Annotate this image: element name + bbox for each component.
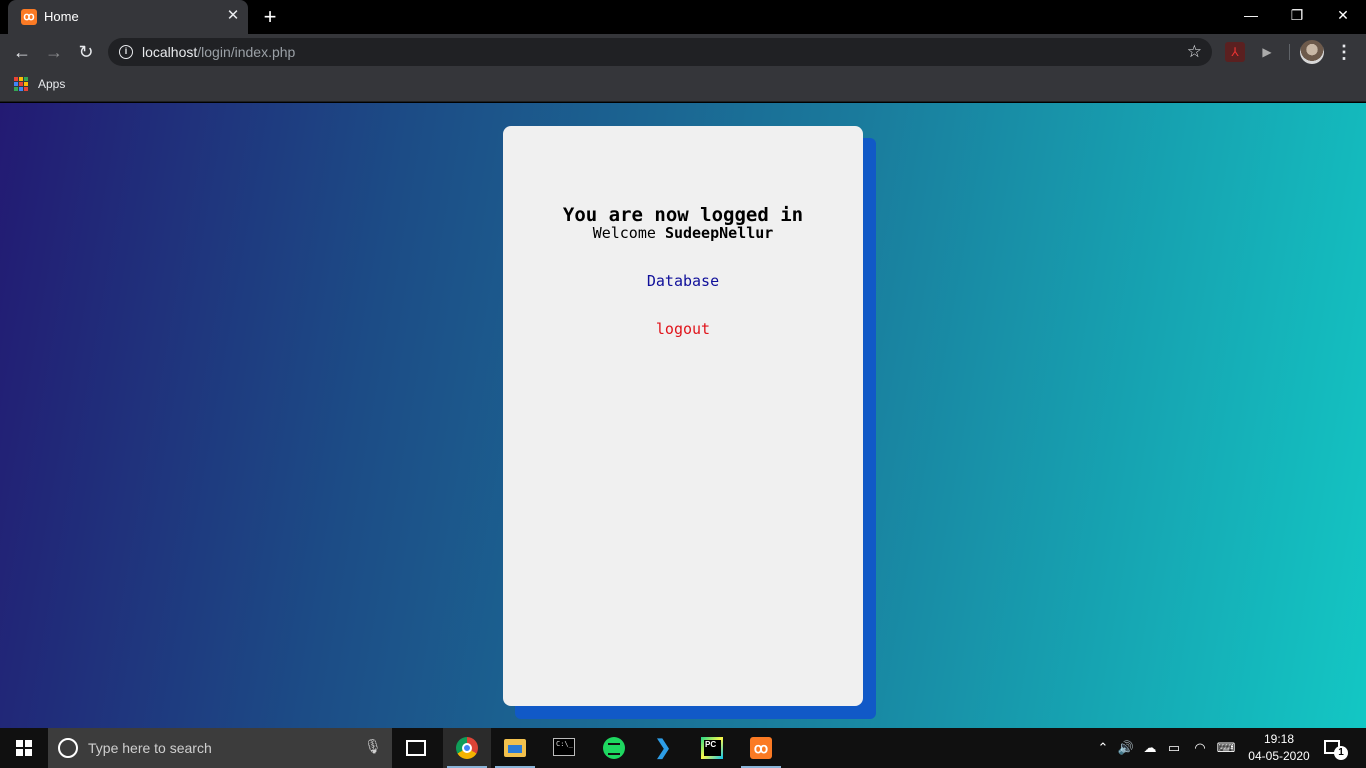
- spotify-icon: [603, 737, 625, 759]
- microphone-icon[interactable]: 🎙: [364, 738, 382, 755]
- bookmark-star-icon[interactable]: ☆: [1187, 42, 1202, 62]
- profile-avatar[interactable]: [1300, 40, 1324, 64]
- close-window-button[interactable]: ✕: [1320, 0, 1366, 30]
- taskbar-chrome[interactable]: [443, 728, 491, 768]
- tab-strip: ꝏ Home ✕ + — ❐ ✕: [0, 0, 1366, 34]
- file-explorer-icon: [504, 739, 526, 757]
- taskbar-vscode[interactable]: ❯: [639, 728, 687, 768]
- taskbar-pycharm[interactable]: [688, 728, 736, 768]
- address-bar[interactable]: i localhost/login/index.php ☆: [108, 38, 1212, 66]
- notification-badge: 1: [1334, 746, 1348, 760]
- toolbar-separator: [1289, 44, 1290, 60]
- task-view-icon[interactable]: [406, 740, 426, 756]
- taskbar-xampp[interactable]: ꝏ: [737, 728, 785, 768]
- windows-taskbar: Type here to search 🎙 C:\_ ❯ ꝏ ⌃ 🔊 ☁ ▭ ◠…: [0, 728, 1366, 768]
- action-center-icon[interactable]: 1: [1322, 738, 1348, 760]
- welcome-message: Welcome SudeepNellur: [503, 224, 863, 242]
- keyboard-icon[interactable]: ⌨: [1214, 728, 1238, 768]
- url-text[interactable]: localhost/login/index.php: [142, 44, 295, 60]
- forward-button[interactable]: →: [41, 39, 67, 65]
- reload-button[interactable]: ↻: [73, 39, 99, 65]
- vscode-icon: ❯: [654, 737, 672, 759]
- minimize-button[interactable]: —: [1228, 0, 1274, 30]
- clock-date: 04-05-2020: [1248, 749, 1310, 763]
- search-placeholder: Type here to search: [88, 740, 212, 756]
- windows-logo-icon: [16, 740, 32, 756]
- cortana-icon: [58, 738, 78, 758]
- xampp-favicon-icon: ꝏ: [21, 9, 37, 25]
- browser-toolbar: ← → ↻ i localhost/login/index.php ☆ ⅄ ▶ …: [0, 34, 1366, 70]
- pdf-extension-icon[interactable]: ⅄: [1225, 42, 1245, 62]
- xampp-icon: ꝏ: [750, 737, 772, 759]
- taskbar-command-prompt[interactable]: C:\_: [540, 728, 588, 768]
- taskbar-search-box[interactable]: Type here to search 🎙: [48, 728, 392, 768]
- clock-time: 19:18: [1263, 732, 1295, 746]
- bookmarks-bar: [0, 70, 1366, 102]
- apps-bookmark[interactable]: Apps: [38, 77, 65, 91]
- show-hidden-icons-chevron-icon[interactable]: ⌃: [1094, 728, 1112, 768]
- page-background: You are now logged in Welcome SudeepNell…: [0, 103, 1366, 728]
- kebab-menu-icon[interactable]: ⋮: [1334, 40, 1354, 64]
- restore-button[interactable]: ❐: [1274, 0, 1320, 30]
- wifi-icon[interactable]: ◠: [1190, 728, 1210, 768]
- tab-close-icon[interactable]: ✕: [224, 7, 242, 25]
- welcome-prefix: Welcome: [592, 224, 656, 242]
- command-prompt-icon: C:\_: [553, 738, 575, 756]
- onedrive-cloud-icon[interactable]: ☁: [1140, 728, 1160, 768]
- apps-grid-icon[interactable]: [14, 77, 28, 91]
- logged-in-heading: You are now logged in: [562, 204, 804, 226]
- video-extension-icon[interactable]: ▶: [1257, 42, 1277, 62]
- volume-icon[interactable]: 🔊: [1116, 728, 1136, 768]
- url-path: /login/index.php: [197, 44, 296, 60]
- login-status-card: You are now logged in Welcome SudeepNell…: [503, 126, 863, 706]
- browser-tab-home[interactable]: ꝏ Home ✕: [8, 0, 248, 34]
- new-tab-button[interactable]: +: [258, 5, 282, 29]
- url-host: localhost: [142, 44, 198, 60]
- pycharm-icon: [701, 737, 723, 759]
- back-button[interactable]: ←: [9, 39, 35, 65]
- username: SudeepNellur: [664, 224, 774, 242]
- logout-link[interactable]: logout: [503, 320, 863, 338]
- battery-icon[interactable]: ▭: [1164, 728, 1184, 768]
- taskbar-file-explorer[interactable]: [491, 728, 539, 768]
- database-link[interactable]: Database: [503, 272, 863, 290]
- system-clock[interactable]: 19:18 04-05-2020: [1246, 731, 1312, 765]
- start-button[interactable]: [0, 728, 48, 768]
- chrome-icon: [456, 737, 478, 759]
- site-info-icon[interactable]: i: [119, 45, 133, 59]
- taskbar-spotify[interactable]: [590, 728, 638, 768]
- tab-title: Home: [44, 9, 79, 24]
